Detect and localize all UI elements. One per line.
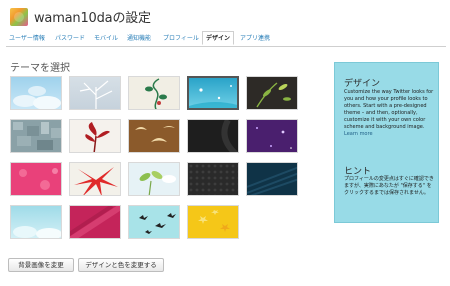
sidebar-hint-text: プロフィールの変更点はすぐに確認できますが、実際にあなたが "保存する" をクリ… [344,176,434,196]
theme-tile-8[interactable] [128,119,180,153]
theme-tile-4[interactable] [187,76,239,110]
tab-profile[interactable]: プロフィール [163,32,199,45]
theme-tile-19[interactable] [187,205,239,239]
theme-tile-2[interactable] [69,76,121,110]
avatar[interactable] [10,8,28,26]
sidebar-design-text: Customize the way Twitter looks for you … [344,89,434,138]
theme-tile-5[interactable] [246,76,298,110]
theme-tile-1[interactable] [10,76,62,110]
theme-tile-9[interactable] [187,119,239,153]
tab-design[interactable]: デザイン [202,31,235,45]
tab-apps[interactable]: アプリ連携 [240,32,270,45]
theme-tile-3[interactable] [128,76,180,110]
theme-tile-7[interactable] [69,119,121,153]
theme-tile-17[interactable] [69,205,121,239]
settings-tabs: ユーザー情報 パスワード モバイル 通知機能 プロフィール デザイン アプリ連携 [6,31,446,47]
design-sidebar: デザイン Customize the way Twitter looks for… [334,62,439,223]
theme-tile-11[interactable] [10,162,62,196]
theme-tile-6[interactable] [10,119,62,153]
sidebar-design-heading: デザイン [344,79,381,89]
tab-mobile[interactable]: モバイル [94,32,118,45]
theme-tile-14[interactable] [187,162,239,196]
tab-account[interactable]: ユーザー情報 [9,32,45,45]
settings-header: waman10daの設定 [0,0,450,30]
theme-tile-15[interactable] [246,162,298,196]
section-title: テーマを選択 [10,63,70,74]
sidebar-design-body: Customize the way Twitter looks for you … [344,89,434,130]
change-design-colors-button[interactable]: デザインと色を変更する [78,258,164,272]
tab-password[interactable]: パスワード [55,32,85,45]
theme-tile-13[interactable] [128,162,180,196]
theme-tile-18[interactable] [128,205,180,239]
title-suffix: の設定 [112,11,151,26]
page-title: waman10daの設定 [34,7,151,26]
change-background-button[interactable]: 背景画像を変更 [8,258,74,272]
theme-tile-10[interactable] [246,119,298,153]
theme-tile-16[interactable] [10,205,62,239]
username: waman10da [34,11,113,26]
theme-tile-12[interactable] [69,162,121,196]
learn-more-link[interactable]: Learn more [344,131,373,137]
tab-notifications[interactable]: 通知機能 [127,32,151,45]
